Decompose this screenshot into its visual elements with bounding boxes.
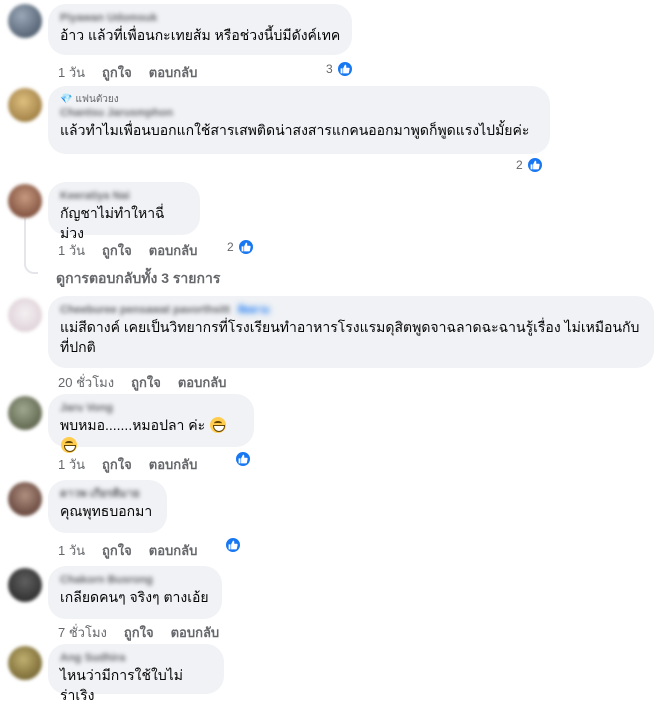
comment-text: อ้าว แล้วที่เพื่อนกะเทยส้ม หรือช่วงนี้บ่…	[60, 27, 341, 43]
comment-bubble: Ang Sudhira ไหนว่ามีการใช้ใบไม่ร่าเริง	[48, 644, 224, 703]
comment-actions: 1 วัน ถูกใจ ตอบกลับ	[58, 540, 197, 561]
thread-connector-curve	[24, 264, 38, 274]
comment-time[interactable]: 1 วัน	[58, 540, 85, 561]
comment-text: แม่สีดางค์ เคยเป็นวิทยากรที่โรงเรียนทำอา…	[60, 319, 640, 355]
reply-button[interactable]: ตอบกลับ	[171, 622, 220, 643]
comment-author[interactable]: Ang Sudhira	[60, 651, 212, 665]
comment-bubble: Piyawan Udomsuk อ้าว แล้วที่เพื่อนกะเทยส…	[48, 4, 353, 55]
like-reaction-icon	[525, 156, 544, 174]
comment-time[interactable]: 1 วัน	[58, 454, 85, 475]
comment-author: Cheeburee pensawat pavorthsitt ติดตาม	[60, 303, 642, 317]
reaction-count[interactable]	[224, 536, 242, 554]
comment-actions: 1 วัน ถูกใจ ตอบกลับ	[58, 454, 197, 475]
comment-text: คุณพุทธบอกมา	[60, 503, 153, 519]
comment-text: ไหนว่ามีการใช้ใบไม่ร่าเริง	[60, 667, 183, 703]
comment-author-name[interactable]: Cheeburee pensawat pavorthsitt	[60, 304, 230, 316]
view-replies-link[interactable]: ดูการตอบกลับทั้ง 3 รายการ	[56, 268, 220, 290]
like-button[interactable]: ถูกใจ	[131, 372, 161, 393]
comment-author[interactable]: ดาวพ เกียรติมาย	[60, 487, 155, 501]
diamond-icon: 💎	[60, 94, 73, 105]
comment-text-content: พบหมอ.......หมอปลา ค่ะ	[60, 417, 206, 433]
comment-actions: 1 วัน ถูกใจ ตอบกลับ	[58, 62, 197, 83]
reply-button[interactable]: ตอบกลับ	[178, 372, 227, 393]
reaction-count-number: 2	[227, 240, 234, 254]
like-reaction-icon	[335, 60, 354, 78]
grinning-emoji-icon	[210, 417, 227, 433]
reaction-count[interactable]: 3	[326, 60, 354, 78]
comment-actions: 20 ชั่วโมง ถูกใจ ตอบกลับ	[58, 372, 226, 393]
comment-bubble: ดาวพ เกียรติมาย คุณพุทธบอกมา	[48, 480, 167, 533]
comment-bubble: Jaru Vong พบหมอ.......หมอปลา ค่ะ	[48, 394, 254, 453]
comment-author[interactable]: Chantsu Jarusmphon	[60, 106, 538, 120]
avatar[interactable]	[8, 4, 42, 38]
reply-button[interactable]: ตอบกลับ	[149, 62, 198, 83]
avatar[interactable]	[8, 184, 42, 218]
like-button[interactable]: ถูกใจ	[124, 622, 154, 643]
comment-bubble: 💎 แฟนตัวยง Chantsu Jarusmphon แล้วทำไมเพื…	[48, 86, 550, 154]
comment-time[interactable]: 20 ชั่วโมง	[58, 372, 114, 393]
comment-text: แล้วทำไมเพื่อนบอกแกใช้สารเสพติดน่าสงสารแ…	[60, 122, 530, 138]
comment-text: เกลียดคนๆ จริงๆ ตางเอ้ย	[60, 589, 209, 605]
avatar[interactable]	[8, 568, 42, 602]
comment-bubble: Keeratiya Nai กัญชาไม่ทำใหาฉี่ม่วง	[48, 182, 200, 241]
comment-bubble: Chakorn Busrong เกลียดคนๆ จริงๆ ตางเอ้ย	[48, 566, 222, 619]
comment-time[interactable]: 7 ชั่วโมง	[58, 622, 107, 643]
follow-tag[interactable]: ติดตาม	[238, 305, 270, 316]
avatar[interactable]	[8, 396, 42, 430]
like-button[interactable]: ถูกใจ	[102, 240, 132, 261]
reply-button[interactable]: ตอบกลับ	[149, 540, 198, 561]
avatar[interactable]	[8, 298, 42, 332]
like-reaction-icon	[236, 238, 255, 256]
comment-author[interactable]: Piyawan Udomsuk	[60, 11, 340, 25]
reaction-count[interactable]: 2	[516, 156, 544, 174]
fan-badge-label: แฟนตัวยง	[75, 94, 119, 105]
like-reaction-icon	[234, 450, 252, 468]
comment-time[interactable]: 1 วัน	[58, 62, 85, 83]
avatar[interactable]	[8, 646, 42, 680]
fan-badge: 💎 แฟนตัวยง	[60, 93, 538, 106]
reaction-count-number: 3	[326, 62, 333, 76]
comment-bubble: Cheeburee pensawat pavorthsitt ติดตาม แม่…	[48, 296, 654, 368]
comment-actions: 1 วัน ถูกใจ ตอบกลับ	[58, 240, 197, 261]
reply-button[interactable]: ตอบกลับ	[149, 454, 198, 475]
reaction-count[interactable]	[234, 450, 252, 468]
grinning-emoji-icon	[61, 437, 77, 453]
like-button[interactable]: ถูกใจ	[102, 540, 132, 561]
reaction-count-number: 2	[516, 158, 523, 172]
comment-time[interactable]: 1 วัน	[58, 240, 85, 261]
thread-connector	[24, 218, 26, 266]
avatar[interactable]	[8, 482, 42, 516]
avatar[interactable]	[8, 88, 42, 122]
comment-author[interactable]: Chakorn Busrong	[60, 573, 210, 587]
like-button[interactable]: ถูกใจ	[102, 62, 132, 83]
comment-actions: 7 ชั่วโมง ถูกใจ ตอบกลับ	[58, 622, 219, 643]
reaction-count[interactable]: 2	[227, 238, 255, 256]
like-button[interactable]: ถูกใจ	[102, 454, 132, 475]
comment-text: พบหมอ.......หมอปลา ค่ะ	[60, 415, 242, 455]
reply-button[interactable]: ตอบกลับ	[149, 240, 198, 261]
comment-author[interactable]: Keeratiya Nai	[60, 189, 188, 203]
comment-author[interactable]: Jaru Vong	[60, 401, 242, 415]
like-reaction-icon	[224, 536, 242, 554]
comment-text: กัญชาไม่ทำใหาฉี่ม่วง	[60, 205, 165, 241]
